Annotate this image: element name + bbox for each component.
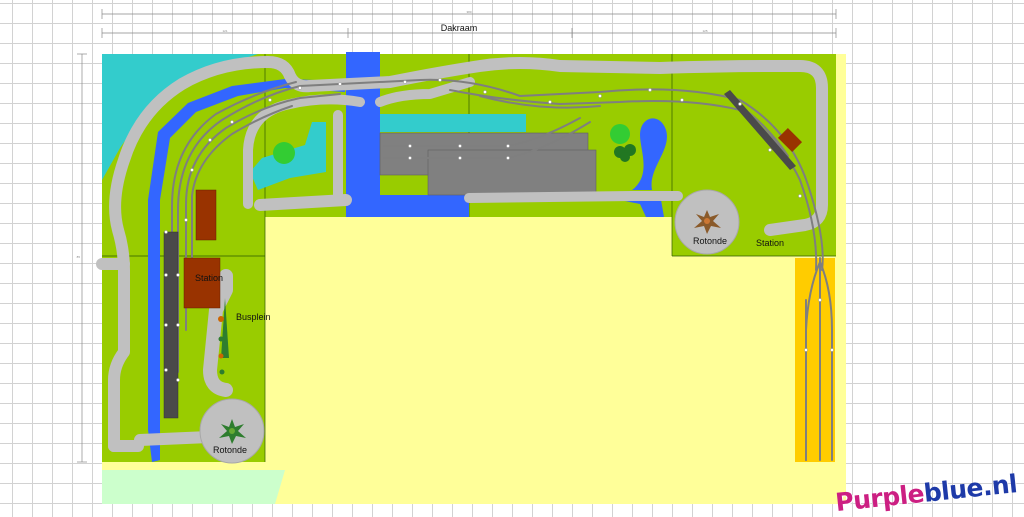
- dimension-vertical: 85: [77, 255, 81, 259]
- label-rotonde-left: Rotonde: [213, 445, 247, 455]
- rotonde-left-plant-core: [229, 428, 235, 434]
- window-title: Dakraam: [441, 23, 478, 33]
- tree-left: [273, 142, 295, 164]
- label-station-right: Station: [756, 238, 784, 248]
- label-station-left: Station: [195, 273, 223, 283]
- harbour-basin: [380, 114, 526, 132]
- track-layout-diagram: 380 121 125 85 Dakraam Station Busplein …: [77, 9, 846, 504]
- dimension-left: 121: [222, 29, 227, 33]
- label-rotonde-right: Rotonde: [693, 236, 727, 246]
- floor-mint-patch: [102, 470, 285, 504]
- label-busplein: Busplein: [236, 312, 271, 322]
- dimension-right: 125: [702, 29, 707, 33]
- canal-bottom: [346, 195, 469, 217]
- shed-left: [195, 189, 217, 241]
- station-building-left: [183, 257, 221, 309]
- tree-right: [610, 124, 630, 144]
- rotonde-right-plant-core: [704, 218, 710, 224]
- dimension-total: 380: [466, 10, 471, 14]
